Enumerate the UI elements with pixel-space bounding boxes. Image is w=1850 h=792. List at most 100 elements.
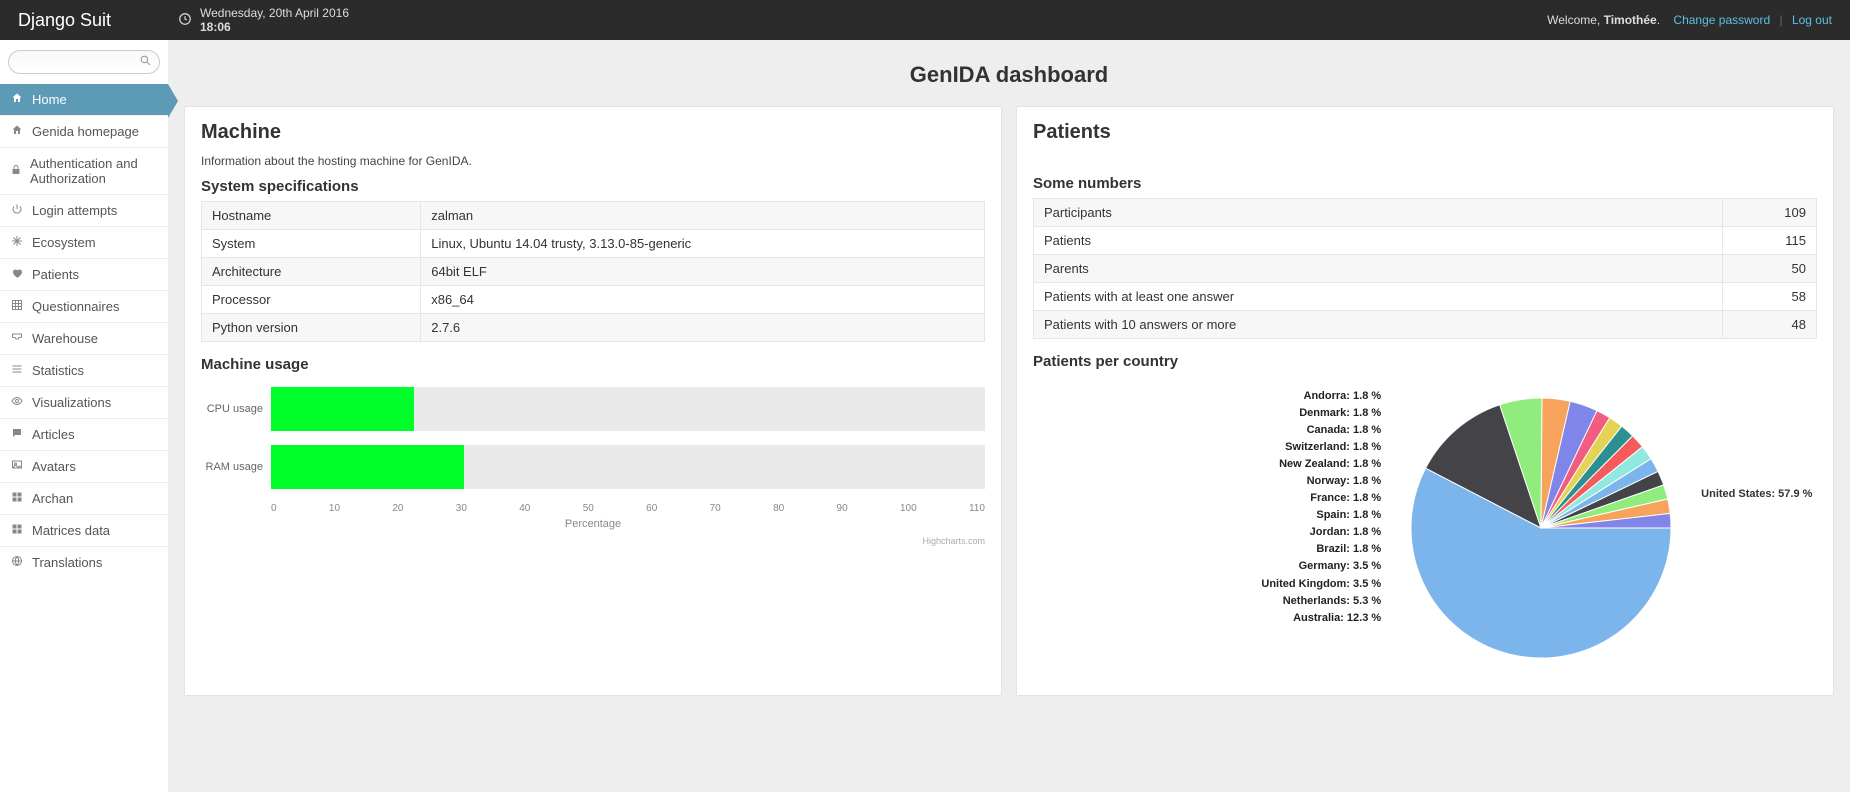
table-row: Participants109	[1034, 199, 1817, 227]
globe-icon	[10, 555, 24, 570]
nav-item-patients[interactable]: Patients	[0, 259, 168, 290]
table-row: Processorx86_64	[202, 286, 985, 314]
nav-label: Questionnaires	[32, 299, 119, 314]
pie-label: Spain: 1.8 %	[1033, 507, 1381, 524]
bar-axis-title: Percentage	[201, 518, 985, 530]
patients-heading: Patients	[1033, 121, 1817, 144]
home-icon	[10, 124, 24, 139]
numbers-table: Participants109Patients115Parents50 Patie…	[1033, 198, 1817, 339]
machine-panel: Machine Information about the hosting ma…	[184, 106, 1002, 696]
nav-label: Warehouse	[32, 331, 98, 346]
nav-item-visualizations[interactable]: Visualizations	[0, 387, 168, 418]
chat-icon	[10, 427, 24, 442]
bar-fill	[271, 387, 414, 431]
table-row: SystemLinux, Ubuntu 14.04 trusty, 3.13.0…	[202, 230, 985, 258]
nav-item-avatars[interactable]: Avatars	[0, 451, 168, 482]
nav-item-articles[interactable]: Articles	[0, 419, 168, 450]
bar-axis: 0102030405060708090100110	[271, 503, 985, 514]
nav-label: Ecosystem	[32, 235, 96, 250]
topbar: Django Suit Wednesday, 20th April 2016 1…	[0, 0, 1850, 40]
username: Timothée	[1604, 13, 1657, 27]
eye-icon	[10, 395, 24, 410]
topbar-right: Welcome, Timothée. Change password | Log…	[1547, 13, 1832, 27]
pie-labels: Andorra: 1.8 %Denmark: 1.8 %Canada: 1.8 …	[1033, 378, 1381, 681]
pie-label: Australia: 12.3 %	[1033, 610, 1381, 627]
content: GenIDA dashboard Machine Information abo…	[168, 40, 1850, 792]
table-row: Patients115	[1034, 227, 1817, 255]
pie-label: Andorra: 1.8 %	[1033, 388, 1381, 405]
pie-label: Jordan: 1.8 %	[1033, 524, 1381, 541]
nav-label: Genida homepage	[32, 124, 139, 139]
bar-track	[271, 387, 985, 431]
sidebar: Home Genida homepage Authentication and Au…	[0, 40, 168, 792]
pie-label: Netherlands: 5.3 %	[1033, 593, 1381, 610]
specs-table: HostnamezalmanSystemLinux, Ubuntu 14.04 …	[201, 201, 985, 342]
usage-heading: Machine usage	[201, 356, 985, 373]
table-row: Parents50	[1034, 255, 1817, 283]
bars-icon	[10, 363, 24, 378]
brand: Django Suit	[18, 10, 178, 31]
lock-icon	[10, 164, 22, 179]
logout-link[interactable]: Log out	[1792, 13, 1832, 27]
nav-label: Home	[32, 92, 67, 107]
nav-label: Patients	[32, 267, 79, 282]
change-password-link[interactable]: Change password	[1673, 13, 1770, 27]
nav-label: Authentication and Authorization	[30, 156, 158, 186]
nav-item-statistics[interactable]: Statistics	[0, 355, 168, 386]
table-row: Hostnamezalman	[202, 202, 985, 230]
search-input[interactable]	[8, 50, 160, 74]
nav-label: Articles	[32, 427, 75, 442]
table-row: Architecture64bit ELF	[202, 258, 985, 286]
nav: Home Genida homepage Authentication and Au…	[0, 84, 168, 578]
nav-label: Translations	[32, 555, 102, 570]
nav-item-translations[interactable]: Translations	[0, 547, 168, 578]
grid-icon	[10, 299, 24, 314]
pie-label: New Zealand: 1.8 %	[1033, 456, 1381, 473]
pie-label: France: 1.8 %	[1033, 490, 1381, 507]
pie-chart	[1391, 378, 1691, 681]
nav-item-warehouse[interactable]: Warehouse	[0, 323, 168, 354]
image-icon	[10, 459, 24, 474]
tray-icon	[10, 331, 24, 346]
patients-panel: Patients Some numbers Participants109Pat…	[1016, 106, 1834, 696]
machine-usage-chart: CPU usage RAM usage	[201, 387, 985, 489]
nav-label: Visualizations	[32, 395, 111, 410]
search-icon	[139, 54, 152, 70]
clock-icon	[178, 12, 192, 29]
home-icon	[10, 92, 24, 107]
pie-right-label: United States: 57.9 %	[1701, 488, 1817, 500]
pie-label: Denmark: 1.8 %	[1033, 405, 1381, 422]
pie-label: Brazil: 1.8 %	[1033, 541, 1381, 558]
nav-item-matrices-data[interactable]: Matrices data	[0, 515, 168, 546]
nav-item-home[interactable]: Home	[0, 84, 168, 115]
table-row: Python version2.7.6	[202, 314, 985, 342]
snow-icon	[10, 235, 24, 250]
pie-label: United Kingdom: 3.5 %	[1033, 576, 1381, 593]
page-title: GenIDA dashboard	[184, 62, 1834, 88]
machine-note: Information about the hosting machine fo…	[201, 154, 985, 168]
nav-label: Archan	[32, 491, 73, 506]
pie-label: Canada: 1.8 %	[1033, 422, 1381, 439]
grid4-icon	[10, 491, 24, 506]
topbar-date: Wednesday, 20th April 2016	[200, 6, 349, 20]
pie-label: Norway: 1.8 %	[1033, 473, 1381, 490]
nav-label: Avatars	[32, 459, 76, 474]
per-country-heading: Patients per country	[1033, 353, 1817, 370]
welcome-text: Welcome,	[1547, 13, 1603, 27]
bar-label: CPU usage	[201, 403, 271, 415]
machine-heading: Machine	[201, 121, 985, 144]
numbers-heading: Some numbers	[1033, 175, 1817, 192]
specs-heading: System specifications	[201, 178, 985, 195]
power-icon	[10, 203, 24, 218]
nav-item-authentication-and-authorization[interactable]: Authentication and Authorization	[0, 148, 168, 194]
topbar-time: 18:06	[200, 20, 349, 34]
grid4-icon	[10, 523, 24, 538]
nav-item-ecosystem[interactable]: Ecosystem	[0, 227, 168, 258]
table-row: Patients with 10 answers or more48	[1034, 311, 1817, 339]
nav-item-login-attempts[interactable]: Login attempts	[0, 195, 168, 226]
nav-item-archan[interactable]: Archan	[0, 483, 168, 514]
nav-item-questionnaires[interactable]: Questionnaires	[0, 291, 168, 322]
nav-item-genida-homepage[interactable]: Genida homepage	[0, 116, 168, 147]
clock: Wednesday, 20th April 2016 18:06	[178, 6, 349, 35]
bar-label: RAM usage	[201, 461, 271, 473]
